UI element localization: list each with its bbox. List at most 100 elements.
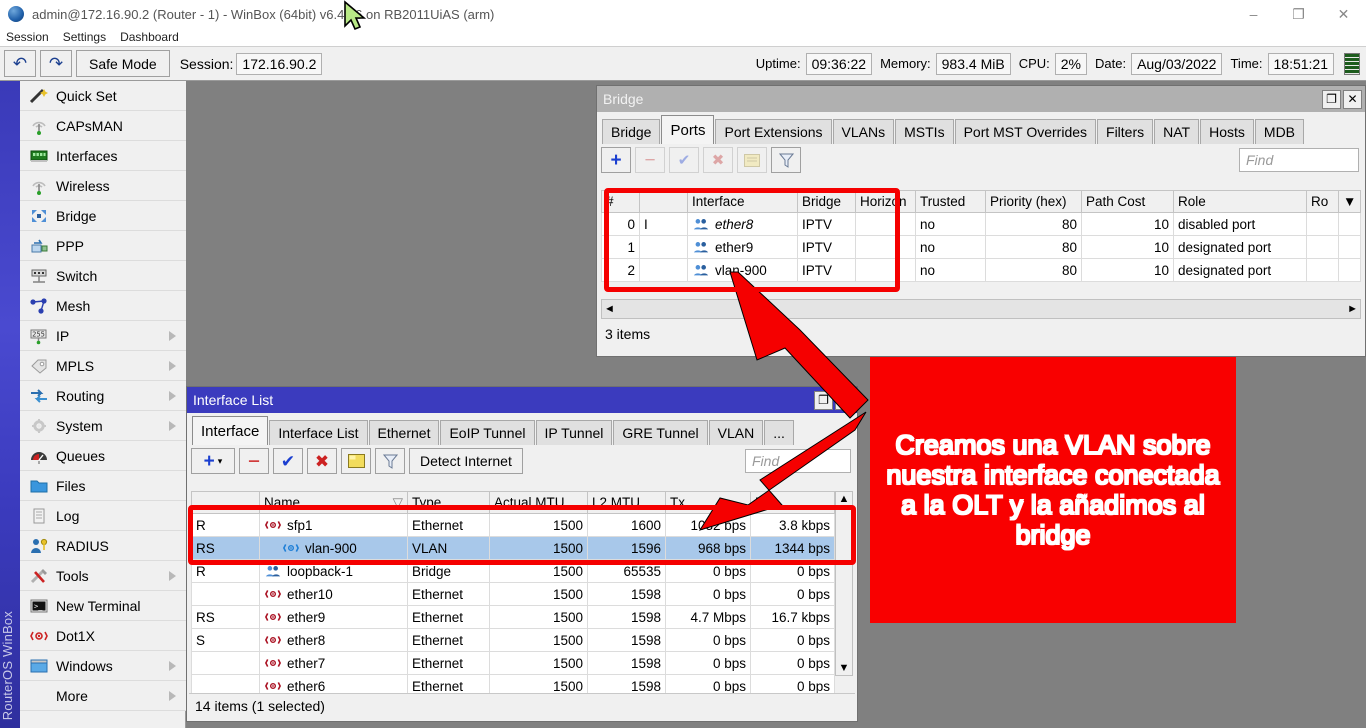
bridge-window-titlebar[interactable]: Bridge ❐ ✕ xyxy=(597,86,1365,112)
bridge-col-blank[interactable] xyxy=(640,191,688,213)
interface-tab-ip-tunnel[interactable]: IP Tunnel xyxy=(536,420,613,445)
bridge-tab-port-extensions[interactable]: Port Extensions xyxy=(715,119,831,144)
bridge-col-interface[interactable]: Interface xyxy=(688,191,798,213)
minimize-button[interactable]: – xyxy=(1231,0,1276,28)
interface-col-type[interactable]: Type xyxy=(408,492,490,514)
bridge-comment-button[interactable] xyxy=(737,147,767,173)
bridge-find-input[interactable]: Find xyxy=(1239,148,1359,172)
bridge-tab-vlans[interactable]: VLANs xyxy=(833,119,895,144)
sidebar-item-ppp[interactable]: PPP xyxy=(20,231,186,261)
undo-button[interactable]: ↶ xyxy=(4,50,36,77)
bridge-tab-bridge[interactable]: Bridge xyxy=(602,119,660,144)
interface-col-l2-mtu[interactable]: L2 MTU xyxy=(588,492,666,514)
bridge-tab-mstis[interactable]: MSTIs xyxy=(895,119,953,144)
interface-table-row[interactable]: RSvlan-900VLAN15001596968 bps1344 bps xyxy=(192,537,835,560)
sidebar-item-interfaces[interactable]: Interfaces xyxy=(20,141,186,171)
restore-button[interactable]: ❐ xyxy=(1276,0,1321,28)
scroll-left-icon[interactable]: ◄ xyxy=(604,303,615,315)
bridge-col-bridge[interactable]: Bridge xyxy=(798,191,856,213)
sidebar-item-windows[interactable]: Windows xyxy=(20,651,186,681)
interface-table-row[interactable]: Rloopback-1Bridge1500655350 bps0 bps xyxy=(192,560,835,583)
interface-table-row[interactable]: ether7Ethernet150015980 bps0 bps xyxy=(192,652,835,675)
bridge-add-button[interactable]: + xyxy=(601,147,631,173)
interface-table-row[interactable]: Sether8Ethernet150015980 bps0 bps xyxy=(192,629,835,652)
interface-col-flags[interactable] xyxy=(192,492,260,514)
bridge-col-path-cost[interactable]: Path Cost xyxy=(1082,191,1174,213)
interface-tab-interface-list[interactable]: Interface List xyxy=(269,420,367,445)
scroll-right-icon[interactable]: ► xyxy=(1347,303,1358,315)
bridge-col-ro[interactable]: Ro xyxy=(1307,191,1339,213)
interface-col-rx[interactable]: Rx xyxy=(751,492,835,514)
bridge-close-button[interactable]: ✕ xyxy=(1343,90,1362,109)
close-button[interactable]: ✕ xyxy=(1321,0,1366,28)
sidebar-item-switch[interactable]: Switch xyxy=(20,261,186,291)
bridge-col-horizon[interactable]: Horizon xyxy=(856,191,916,213)
bridge-col--[interactable]: # xyxy=(602,191,640,213)
bridge-restore-button[interactable]: ❐ xyxy=(1322,90,1341,109)
scroll-up-icon[interactable]: ▲ xyxy=(839,493,850,505)
sidebar-item-radius[interactable]: RADIUS xyxy=(20,531,186,561)
sidebar-item-tools[interactable]: Tools xyxy=(20,561,186,591)
sidebar-item-files[interactable]: Files xyxy=(20,471,186,501)
bridge-table-row[interactable]: 0Iether8IPTVno8010disabled port xyxy=(602,213,1361,236)
sidebar-item-dot1x[interactable]: Dot1X xyxy=(20,621,186,651)
sidebar-item-bridge[interactable]: Bridge xyxy=(20,201,186,231)
interface-window-titlebar[interactable]: Interface List ❐ ✕ xyxy=(187,387,857,413)
interface-enable-button[interactable]: ✔ xyxy=(273,448,303,474)
interface-vscrollbar[interactable]: ▲ ▼ xyxy=(835,491,853,676)
bridge-tab-port-mst-overrides[interactable]: Port MST Overrides xyxy=(955,119,1096,144)
bridge-tab-mdb[interactable]: MDB xyxy=(1255,119,1304,144)
session-value[interactable]: 172.16.90.2 xyxy=(236,53,322,75)
interface-table-row[interactable]: RSether9Ethernet150015984.7 Mbps16.7 kbp… xyxy=(192,606,835,629)
bridge-disable-button[interactable]: ✖ xyxy=(703,147,733,173)
interface-tab-ethernet[interactable]: Ethernet xyxy=(369,420,440,445)
interface-table-row[interactable]: ether10Ethernet150015980 bps0 bps xyxy=(192,583,835,606)
scroll-down-icon[interactable]: ▼ xyxy=(839,662,850,674)
interface-table-row[interactable]: Rsfp1Ethernet150016001032 bps3.8 kbps xyxy=(192,514,835,537)
bridge-tab-hosts[interactable]: Hosts xyxy=(1200,119,1254,144)
interface-find-input[interactable]: Find xyxy=(745,449,851,473)
interface-tab-interface[interactable]: Interface xyxy=(192,416,268,445)
sidebar-item-new-terminal[interactable]: >_New Terminal xyxy=(20,591,186,621)
menu-settings[interactable]: Settings xyxy=(63,30,106,44)
interface-tab-gre-tunnel[interactable]: GRE Tunnel xyxy=(613,420,707,445)
bridge-col-trusted[interactable]: Trusted xyxy=(916,191,986,213)
interface-disable-button[interactable]: ✖ xyxy=(307,448,337,474)
bridge-col-priority-hex-[interactable]: Priority (hex) xyxy=(986,191,1082,213)
bridge-tab-ports[interactable]: Ports xyxy=(661,115,714,144)
redo-button[interactable]: ↷ xyxy=(40,50,72,77)
interface-add-button[interactable]: + ▾ xyxy=(191,448,235,474)
interface-col-tx[interactable]: Tx xyxy=(666,492,751,514)
bridge-tab-nat[interactable]: NAT xyxy=(1154,119,1199,144)
interface-tab-eoip-tunnel[interactable]: EoIP Tunnel xyxy=(440,420,534,445)
bridge-col-role[interactable]: Role xyxy=(1174,191,1307,213)
interface-col-actual-mtu[interactable]: Actual MTU xyxy=(490,492,588,514)
interface-filter-button[interactable] xyxy=(375,448,405,474)
bridge-remove-button[interactable]: − xyxy=(635,147,665,173)
sidebar-item-system[interactable]: System xyxy=(20,411,186,441)
interface-tab--[interactable]: ... xyxy=(764,420,794,445)
interface-remove-button[interactable]: − xyxy=(239,448,269,474)
interface-tab-vlan[interactable]: VLAN xyxy=(709,420,764,445)
safe-mode-button[interactable]: Safe Mode xyxy=(76,50,170,77)
detect-internet-button[interactable]: Detect Internet xyxy=(409,448,523,474)
sidebar-item-capsman[interactable]: CAPsMAN xyxy=(20,111,186,141)
bridge-enable-button[interactable]: ✔ xyxy=(669,147,699,173)
menu-session[interactable]: Session xyxy=(6,30,49,44)
sidebar-item-queues[interactable]: Queues xyxy=(20,441,186,471)
interface-close-button[interactable]: ✕ xyxy=(835,391,854,410)
bridge-tab-filters[interactable]: Filters xyxy=(1097,119,1153,144)
sidebar-item-quick-set[interactable]: Quick Set xyxy=(20,81,186,111)
sidebar-item-routing[interactable]: Routing xyxy=(20,381,186,411)
interface-col-name[interactable]: Name ▽ xyxy=(260,492,408,514)
sidebar-item-ip[interactable]: 255IP xyxy=(20,321,186,351)
interface-restore-button[interactable]: ❐ xyxy=(814,391,833,410)
bridge-table-row[interactable]: 2vlan-900IPTVno8010designated port xyxy=(602,259,1361,282)
bridge-filter-button[interactable] xyxy=(771,147,801,173)
sidebar-item-more[interactable]: More xyxy=(20,681,186,711)
sidebar-item-mpls[interactable]: MPLS xyxy=(20,351,186,381)
bridge-column-menu-icon[interactable]: ▼ xyxy=(1339,191,1361,213)
interface-comment-button[interactable] xyxy=(341,448,371,474)
sidebar-item-wireless[interactable]: Wireless xyxy=(20,171,186,201)
bridge-hscrollbar[interactable]: ◄ ► xyxy=(601,299,1361,319)
